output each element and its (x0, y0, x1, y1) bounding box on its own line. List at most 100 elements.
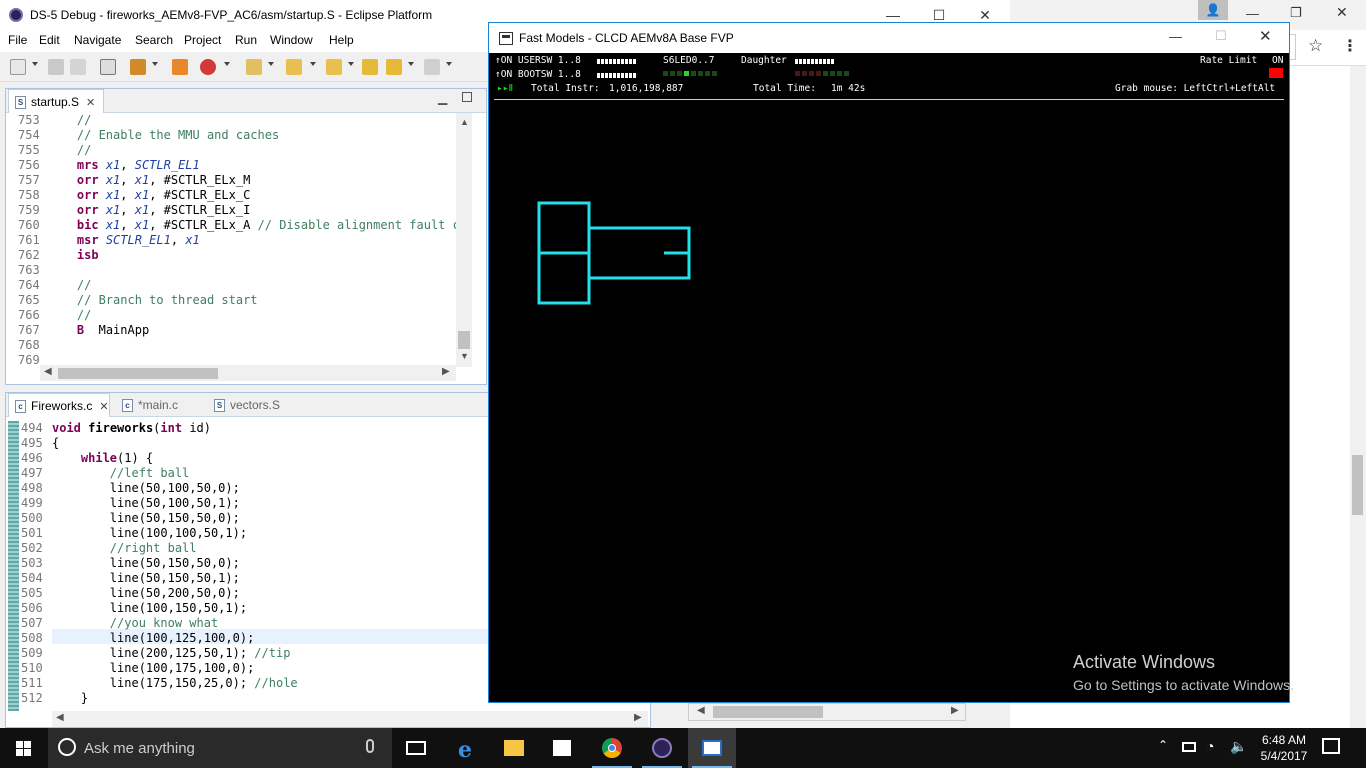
start-button[interactable] (0, 728, 48, 768)
close-icon[interactable]: ✕ (1336, 4, 1348, 21)
bootsw-switches[interactable] (597, 73, 637, 78)
profile-icon[interactable]: 👤 (1198, 0, 1228, 20)
daughter-label: Daughter (741, 55, 787, 66)
volume-icon[interactable]: 🔈 (1230, 738, 1247, 755)
tab-main-c[interactable]: c *main.c (116, 393, 200, 417)
chevron-down-icon[interactable] (408, 62, 414, 66)
line-number: 769 (18, 353, 40, 367)
minimize-icon[interactable]: — (1246, 6, 1259, 21)
chevron-down-icon[interactable] (268, 62, 274, 66)
code-line: //left ball (109, 466, 190, 480)
menu-dots-icon[interactable]: ⋮ (1342, 36, 1358, 56)
taskbar-store[interactable] (538, 728, 586, 768)
folder-icon (504, 740, 524, 756)
chevron-down-icon[interactable] (446, 62, 452, 66)
startup-tab-bar: S startup.S ✕ ▁ (6, 89, 486, 113)
run-icon[interactable] (200, 59, 216, 75)
startup-code-area[interactable]: 753 // 754 // Enable the MMU and caches 75… (6, 113, 456, 368)
clcd-display[interactable] (489, 101, 1289, 702)
s6led-5 (698, 71, 703, 76)
taskbar-edge[interactable]: e (442, 728, 490, 768)
chevron-up-icon[interactable]: ⌃ (1158, 738, 1168, 752)
chevron-up-icon[interactable]: ▲ (460, 117, 469, 127)
code-line: line(100,150,50,1); (52, 601, 248, 615)
chevron-right-icon[interactable]: ▶ (951, 705, 959, 716)
chevron-down-icon[interactable] (32, 62, 38, 66)
binary-icon[interactable] (100, 59, 116, 75)
tab-vectors-s[interactable]: S vectors.S (208, 393, 298, 417)
chevron-down-icon[interactable] (310, 62, 316, 66)
minimize-view-icon[interactable]: ▁ (438, 91, 447, 105)
menu-file[interactable]: File (8, 33, 27, 47)
scroll-thumb[interactable] (58, 368, 218, 379)
menu-navigate[interactable]: Navigate (74, 33, 121, 47)
code-line: B MainApp (76, 323, 150, 337)
tools-icon[interactable] (246, 59, 262, 75)
tab-fireworks-c[interactable]: c Fireworks.c ✕ (8, 393, 110, 417)
forward-icon[interactable] (424, 59, 440, 75)
chevron-down-icon[interactable] (152, 62, 158, 66)
close-icon[interactable]: ✕ (99, 401, 108, 413)
scroll-thumb[interactable] (1352, 455, 1363, 515)
save-icon[interactable] (48, 59, 64, 75)
scroll-thumb[interactable] (458, 331, 470, 349)
chevron-left-icon[interactable]: ◀ (56, 712, 64, 723)
debug-config-icon[interactable] (130, 59, 146, 75)
bookmark-star-icon[interactable]: ☆ (1308, 36, 1323, 56)
menu-search[interactable]: Search (135, 33, 173, 47)
last-edit-icon[interactable] (362, 59, 378, 75)
grab-mouse-hint: Grab mouse: LeftCtrl+LeftAlt (1115, 83, 1276, 94)
menu-run[interactable]: Run (235, 33, 257, 47)
task-view-button[interactable] (392, 728, 440, 768)
run-controls-icon[interactable]: ▸▸Ⅱ (497, 83, 513, 94)
minimize-icon[interactable]: — (1169, 29, 1182, 44)
cortana-search-box[interactable]: Ask me anything (48, 728, 392, 768)
restore-icon[interactable]: ❐ (1290, 5, 1302, 21)
chevron-right-icon[interactable]: ▶ (634, 712, 642, 723)
chevron-left-icon[interactable]: ◀ (697, 705, 705, 716)
fvp-title-bar[interactable]: Fast Models - CLCD AEMv8A Base FVP — ☐ ✕ (489, 23, 1289, 53)
menu-window[interactable]: Window (270, 33, 313, 47)
new-icon[interactable] (10, 59, 26, 75)
next-annotation-icon[interactable] (286, 59, 302, 75)
vertical-scrollbar[interactable] (1350, 66, 1366, 728)
close-icon[interactable]: ✕ (1259, 27, 1272, 45)
startup-editor[interactable]: S startup.S ✕ ▁ 753 // 754 // Enable the M… (5, 88, 487, 385)
back-icon[interactable] (386, 59, 402, 75)
battery-icon[interactable] (1182, 742, 1196, 752)
tab-startup[interactable]: S startup.S ✕ (8, 89, 104, 113)
rate-limit-toggle[interactable] (1269, 68, 1283, 78)
chevron-down-icon[interactable] (348, 62, 354, 66)
taskbar-file-explorer[interactable] (490, 728, 538, 768)
taskbar-fvp[interactable] (688, 728, 736, 768)
chevron-left-icon[interactable]: ◀ (44, 366, 52, 377)
taskbar-eclipse[interactable] (638, 728, 686, 768)
menu-edit[interactable]: Edit (39, 33, 60, 47)
horizontal-scrollbar[interactable]: ◀ ▶ (52, 711, 648, 727)
usersw-switches[interactable] (597, 59, 637, 64)
taskbar-chrome[interactable] (588, 728, 636, 768)
save-all-icon[interactable] (70, 59, 86, 75)
rss-icon[interactable] (172, 59, 188, 75)
chevron-right-icon[interactable]: ▶ (442, 366, 450, 377)
prev-annotation-icon[interactable] (326, 59, 342, 75)
maximize-view-icon[interactable] (462, 92, 472, 102)
line-number: 755 (18, 143, 40, 157)
scroll-thumb[interactable] (713, 706, 823, 718)
horizontal-scrollbar[interactable]: ◀ ▶ (688, 703, 966, 721)
eclipse-window-title: DS-5 Debug - fireworks_AEMv8-FVP_AC6/asm… (30, 8, 433, 22)
rate-limit-label: Rate Limit (1200, 55, 1258, 66)
daughter-switches[interactable] (795, 59, 835, 64)
action-center-icon[interactable] (1322, 738, 1340, 754)
wifi-icon[interactable]: ◔ (1206, 738, 1214, 754)
menu-help[interactable]: Help (329, 33, 354, 47)
vertical-scrollbar[interactable]: ▲ ▼ (456, 113, 472, 367)
code-line: line(50,100,50,1); (52, 496, 240, 510)
horizontal-scrollbar[interactable]: ◀ ▶ (40, 365, 456, 381)
chevron-down-icon[interactable] (224, 62, 230, 66)
microphone-icon[interactable] (366, 739, 374, 753)
chevron-down-icon[interactable]: ▼ (460, 351, 469, 361)
taskbar-clock[interactable]: 6:48 AM 5/4/2017 (1254, 732, 1314, 764)
close-icon[interactable]: ✕ (86, 97, 95, 109)
menu-project[interactable]: Project (184, 33, 221, 47)
